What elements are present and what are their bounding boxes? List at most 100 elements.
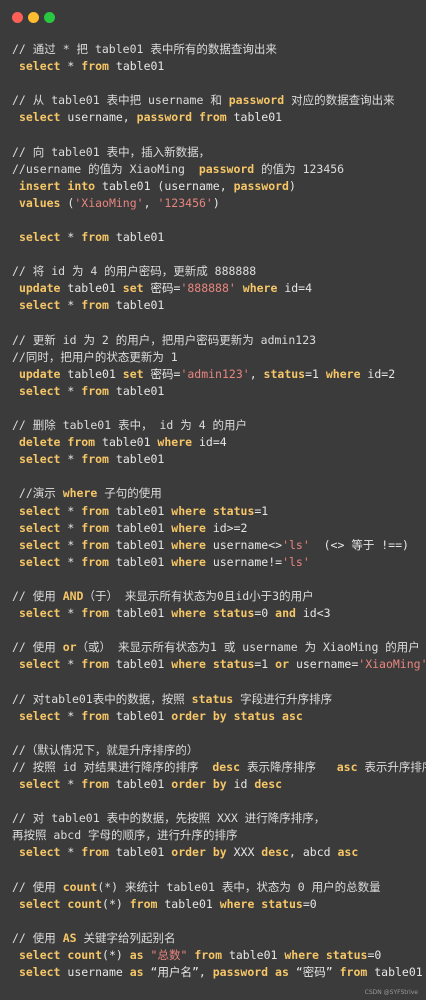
code-line: select * from table01 where status=1 or …	[12, 656, 426, 673]
code-line: // 将 id 为 4 的用户密码，更新成 888888	[12, 263, 422, 280]
code-line: select count(*) as "总数" from table01 whe…	[12, 947, 422, 964]
code-text-token: id<3	[295, 606, 331, 621]
keyword-token: where	[171, 554, 206, 569]
code-text-token: table01	[157, 896, 220, 911]
code-text-token: id=4	[192, 435, 227, 450]
keyword-token: select	[18, 965, 61, 980]
comment-token: // 使用	[12, 930, 63, 945]
string-token: 'XiaoMing'	[74, 195, 144, 210]
string-token: 'ls'	[282, 537, 310, 552]
keyword-token: select	[18, 520, 61, 535]
keyword-token: from	[198, 110, 227, 125]
code-line: //同时，把用户的状态更新为 1	[12, 349, 422, 366]
keyword-token: from	[81, 503, 109, 518]
code-line: // 使用 AND（于） 来显示所有状态为0且id小于3的用户	[12, 588, 422, 605]
close-icon[interactable]	[12, 12, 23, 23]
code-text-token: *	[60, 537, 82, 552]
string-token: '888888'	[180, 281, 236, 296]
code-line: // 对table01表中的数据，按照 status 字段进行升序排序	[12, 691, 422, 708]
keyword-token: from	[81, 452, 109, 467]
code-line: select * from table01 where status=0 and…	[12, 605, 422, 622]
code-text-token: *	[60, 845, 82, 860]
code-text-token: *	[60, 383, 82, 398]
comment-token: // 使用	[12, 879, 63, 894]
keyword-token: AND	[62, 589, 84, 603]
keyword-token: select	[18, 845, 61, 860]
minimize-icon[interactable]	[28, 12, 39, 23]
keyword-token: where	[157, 435, 193, 450]
code-line: insert into table01 (username, password)	[12, 178, 422, 195]
keyword-token: as	[129, 965, 144, 980]
code-line: // 对 table01 表中的数据，先按照 XXX 进行降序排序，	[12, 810, 422, 827]
code-text-token: XXX	[226, 845, 262, 860]
comment-token: （或） 来显示所有状态为1 或 username 为 XiaoMing 的用户	[76, 640, 420, 655]
code-text-token: *	[60, 606, 82, 621]
keyword-token: password	[198, 161, 255, 176]
keyword-token: from	[81, 520, 109, 535]
code-text-token: table01	[108, 503, 172, 518]
maximize-icon[interactable]	[44, 12, 55, 23]
code-text-token: )	[288, 178, 296, 193]
keyword-token: select count	[18, 947, 103, 962]
keyword-token: delete from	[18, 435, 96, 450]
code-line: select * from table01	[12, 229, 422, 246]
code-text-token: “密码”	[288, 965, 340, 980]
code-line: update table01 set 密码='888888' where id=…	[12, 280, 422, 297]
code-text-token: table01	[226, 110, 283, 125]
code-line: select * from table01 order by XXX desc,…	[12, 844, 422, 861]
code-line: delete from table01 where id=4	[12, 434, 422, 451]
code-text-token: =0	[302, 896, 317, 911]
code-line: select * from table01 where status=1	[12, 503, 422, 520]
code-text-token: =1	[305, 366, 326, 381]
code-text-token: ,	[249, 366, 264, 381]
code-text-token: id>=2	[205, 520, 248, 535]
code-line: select * from table01 order by id desc	[12, 776, 422, 793]
comment-token: //演示	[12, 486, 63, 501]
code-block: // 通过 * 把 table01 表中所有的数据查询出来 select * f…	[12, 41, 426, 981]
code-text-token: *	[60, 503, 82, 518]
code-line: // 按照 id 对结果进行降序的排序 desc 表示降序排序 asc 表示升序…	[12, 759, 426, 776]
comment-token: // 对 table01 表中的数据，先按照 XXX 进行降序排序，	[12, 811, 326, 826]
keyword-token: from	[81, 298, 109, 313]
keyword-token: asc	[337, 845, 359, 860]
code-text-token: table01	[108, 452, 165, 467]
code-text-token: table01	[367, 965, 423, 980]
code-text-token: =1	[254, 657, 276, 672]
keyword-token: from	[81, 537, 109, 552]
code-text-token: , abcd	[289, 845, 338, 860]
comment-token: // 更新 id 为 2 的用户，把用户密码更新为 admin123	[12, 332, 317, 347]
code-line: select username as “用户名”, password as “密…	[12, 964, 423, 981]
code-text-token: “用户名”,	[143, 965, 213, 980]
keyword-token: set	[122, 281, 144, 296]
keyword-token: count	[62, 879, 98, 894]
string-token: '123456'	[157, 195, 213, 210]
comment-token: // 删除 table01 表中， id 为 4 的用户	[12, 418, 248, 433]
code-text-token: username	[60, 965, 130, 980]
code-text-token: table01	[108, 59, 165, 74]
comment-token: //（默认情况下，就是升序排序的）	[12, 742, 199, 757]
keyword-token: password	[233, 178, 289, 193]
keyword-token: from	[81, 777, 109, 792]
keyword-token: set	[122, 366, 144, 381]
code-line: select username, password from table01	[12, 109, 422, 126]
code-window: // 通过 * 把 table01 表中所有的数据查询出来 select * f…	[0, 0, 426, 1000]
keyword-token: select	[18, 383, 61, 398]
window-titlebar	[0, 0, 426, 36]
code-line: // 更新 id 为 2 的用户，把用户密码更新为 admin123	[12, 332, 422, 349]
keyword-token: and	[275, 606, 296, 621]
